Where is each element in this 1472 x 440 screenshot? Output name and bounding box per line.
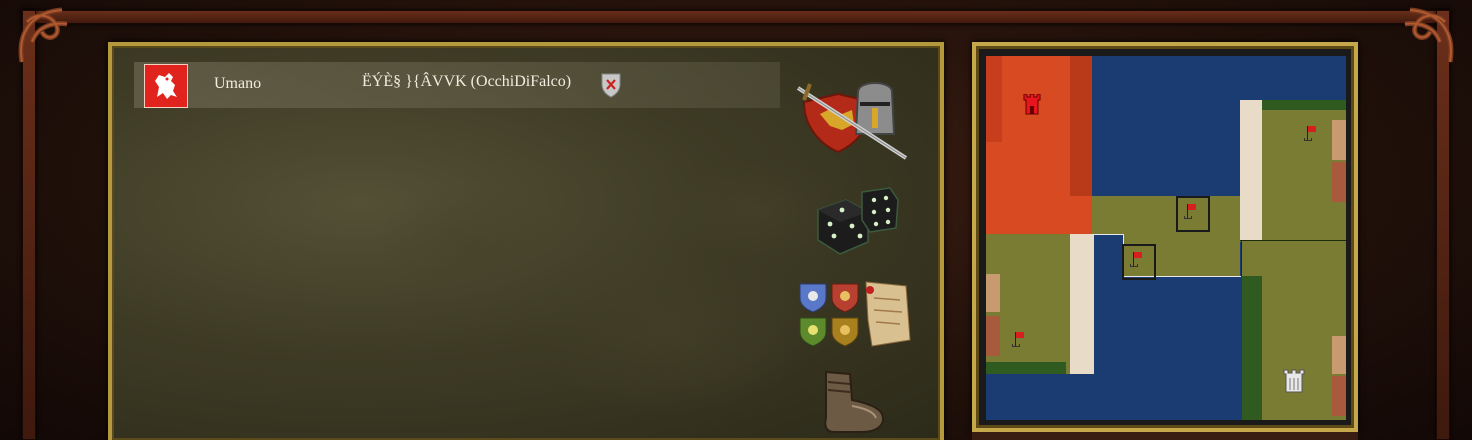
- red-territory: [1070, 56, 1092, 196]
- white-castle-icon[interactable]: [1282, 368, 1306, 394]
- sand: [986, 274, 1000, 312]
- dark-grass: [986, 362, 1066, 374]
- minimap[interactable]: [986, 56, 1346, 420]
- player-slot-row[interactable]: Umano ËÝÈ§ }{ÂVVK (OcchiDiFalco): [134, 62, 780, 108]
- dice-icon[interactable]: [812, 186, 902, 258]
- boot-icon[interactable]: [816, 370, 896, 440]
- game-frame: Umano ËÝÈ§ }{ÂVVK (OcchiDiFalco): [0, 0, 1472, 440]
- red-territory: [1332, 162, 1346, 202]
- sword-helmet-shield-icon[interactable]: [796, 80, 916, 166]
- red-flag-icon[interactable]: [1130, 250, 1144, 268]
- grass: [1092, 196, 1240, 234]
- red-territory: [986, 56, 1002, 142]
- race-label[interactable]: Umano: [214, 75, 261, 93]
- map-grid-line: [1241, 240, 1242, 276]
- map-grid-line: [1240, 240, 1346, 241]
- red-flag-icon[interactable]: [1012, 330, 1026, 348]
- celtic-knot-corner-icon: [18, 7, 68, 63]
- lobby-panel: Umano ËÝÈ§ }{ÂVVK (OcchiDiFalco): [108, 42, 944, 440]
- faction-shields-scroll-icon[interactable]: [796, 280, 920, 352]
- panel-emboss: [372, 186, 572, 306]
- red-territory: [986, 316, 1000, 356]
- team-shield-icon[interactable]: [600, 72, 622, 98]
- frame-bottom-strip: [972, 432, 1358, 440]
- faction-banner-button[interactable]: [144, 64, 188, 108]
- grass: [1210, 234, 1242, 242]
- frame-right-border: [1436, 10, 1450, 440]
- red-lion-banner-icon: [155, 73, 177, 99]
- red-castle-icon[interactable]: [1022, 94, 1042, 116]
- map-grid-line: [1092, 234, 1124, 235]
- red-flag-icon[interactable]: [1304, 124, 1318, 142]
- red-flag-icon[interactable]: [1184, 202, 1198, 220]
- sand: [1070, 234, 1094, 374]
- frame-top-border: [22, 10, 1450, 24]
- sand: [1332, 120, 1346, 160]
- frame-left-border: [22, 10, 36, 440]
- sand: [1332, 336, 1346, 374]
- celtic-knot-corner-icon: [1404, 7, 1454, 63]
- panel-emboss: [532, 246, 812, 416]
- red-territory: [1332, 376, 1346, 416]
- minimap-panel: [972, 42, 1358, 432]
- player-name: ËÝÈ§ }{ÂVVK (OcchiDiFalco): [362, 73, 572, 90]
- sand: [1240, 100, 1262, 240]
- dark-grass: [1262, 100, 1346, 110]
- dark-grass: [1242, 276, 1262, 420]
